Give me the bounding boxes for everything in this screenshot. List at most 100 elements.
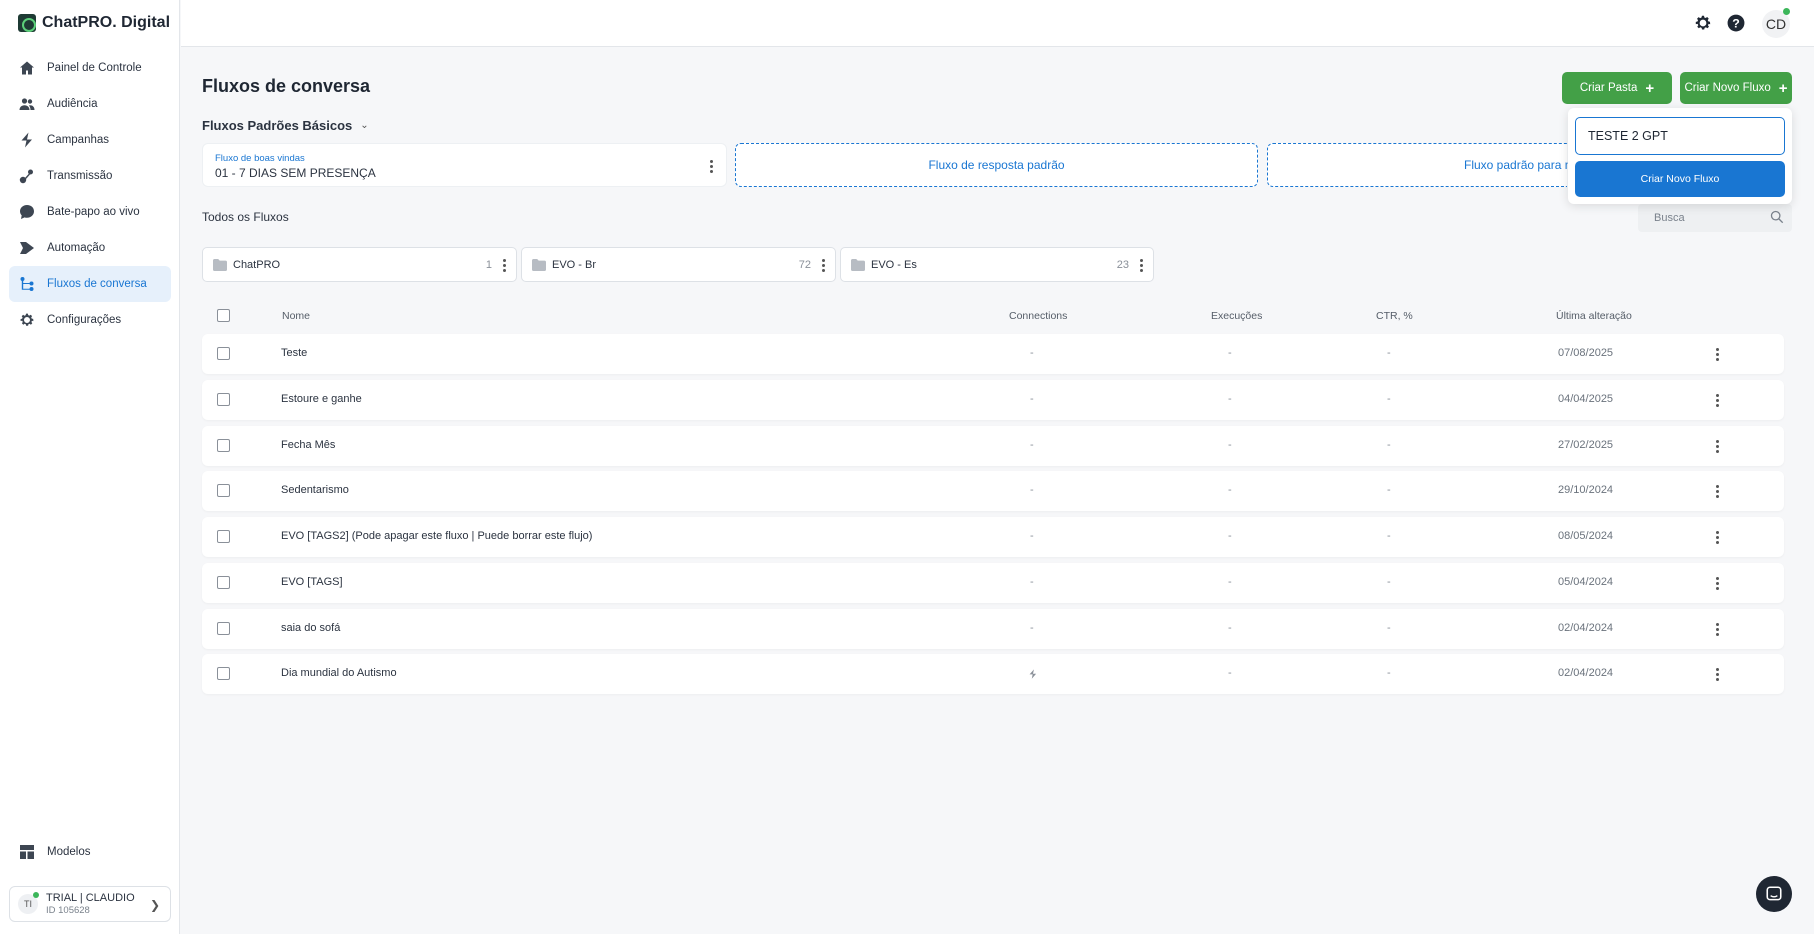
row-date: 08/05/2024 <box>1558 530 1614 542</box>
row-name[interactable]: Estoure e ganhe <box>281 393 362 405</box>
home-icon <box>19 60 35 76</box>
row-checkbox[interactable] <box>217 622 230 635</box>
sidebar-item-label: Audiência <box>47 98 98 110</box>
welcome-flow-card[interactable]: Fluxo de boas vindas 01 - 7 DIAS SEM PRE… <box>202 143 727 187</box>
table-row[interactable]: Dia mundial do Autismo - - 02/04/2024 <box>202 654 1784 694</box>
settings-gear-icon[interactable] <box>1694 14 1712 32</box>
sidebar-item-audiencia[interactable]: Audiência <box>9 86 171 122</box>
sidebar-item-campanhas[interactable]: Campanhas <box>9 122 171 158</box>
col-connections[interactable]: Connections <box>1009 310 1067 322</box>
brand-logo-icon <box>18 14 36 32</box>
create-flow-label: Criar Novo Fluxo <box>1684 82 1771 94</box>
account-info: TRIAL | CLAUDIO ID 105628 <box>46 892 135 916</box>
flow-name-input[interactable] <box>1575 117 1785 155</box>
topbar: ? CD <box>181 0 1814 47</box>
row-ctr: - <box>1387 393 1391 405</box>
table-row[interactable]: Estoure e ganhe - - - 04/04/2025 <box>202 380 1784 420</box>
row-checkbox[interactable] <box>217 393 230 406</box>
kebab-menu-icon[interactable] <box>1711 440 1723 453</box>
sidebar-item-bate-papo[interactable]: Bate-papo ao vivo <box>9 194 171 230</box>
sidebar-nav: Painel de Controle Audiência Campanhas T… <box>9 50 171 338</box>
row-checkbox[interactable] <box>217 484 230 497</box>
support-chat-button[interactable] <box>1756 876 1792 912</box>
kebab-menu-icon[interactable] <box>1711 485 1723 498</box>
sidebar-item-automacao[interactable]: Automação <box>9 230 171 266</box>
table-row[interactable]: Fecha Mês - - - 27/02/2025 <box>202 426 1784 466</box>
sidebar-item-configuracoes[interactable]: Configurações <box>9 302 171 338</box>
sidebar-item-transmissao[interactable]: Transmissão <box>9 158 171 194</box>
row-checkbox[interactable] <box>217 347 230 360</box>
row-executions: - <box>1228 347 1232 359</box>
row-checkbox[interactable] <box>217 530 230 543</box>
kebab-menu-icon[interactable] <box>1711 577 1723 590</box>
sidebar-item-label: Bate-papo ao vivo <box>47 206 140 218</box>
default-reply-label: Fluxo de resposta padrão <box>928 158 1065 172</box>
default-reply-flow-slot[interactable]: Fluxo de resposta padrão <box>735 143 1258 187</box>
kebab-menu-icon[interactable] <box>817 259 829 272</box>
row-name[interactable]: EVO [TAGS2] (Pode apagar este fluxo | Pu… <box>281 530 592 542</box>
folder-card[interactable]: ChatPRO 1 <box>202 247 517 282</box>
col-executions[interactable]: Execuções <box>1211 310 1262 322</box>
table-row[interactable]: Teste - - - 07/08/2025 <box>202 334 1784 374</box>
chevron-right-icon: ❯ <box>149 898 160 912</box>
col-name[interactable]: Nome <box>282 310 310 322</box>
row-name[interactable]: saia do sofá <box>281 622 340 634</box>
avatar: TI <box>18 892 39 914</box>
confirm-create-flow-button[interactable]: Criar Novo Fluxo <box>1575 161 1785 197</box>
table-row[interactable]: EVO [TAGS2] (Pode apagar este fluxo | Pu… <box>202 517 1784 557</box>
search-field[interactable]: Busca <box>1638 204 1792 232</box>
sidebar-item-modelos[interactable]: Modelos <box>9 834 171 870</box>
folder-card[interactable]: EVO - Es 23 <box>840 247 1154 282</box>
table-row[interactable]: saia do sofá - - - 02/04/2024 <box>202 609 1784 649</box>
create-folder-button[interactable]: Criar Pasta + <box>1562 72 1672 104</box>
row-name[interactable]: EVO [TAGS] <box>281 576 343 588</box>
table-row[interactable]: EVO [TAGS] - - - 05/04/2024 <box>202 563 1784 603</box>
create-flow-button[interactable]: Criar Novo Fluxo + <box>1680 72 1792 104</box>
kebab-menu-icon[interactable] <box>1135 259 1147 272</box>
row-ctr: - <box>1387 484 1391 496</box>
account-name: TRIAL | CLAUDIO <box>46 892 135 904</box>
user-avatar[interactable]: CD <box>1762 8 1790 38</box>
row-executions: - <box>1228 667 1232 679</box>
online-status-dot <box>1783 8 1790 15</box>
kebab-menu-icon[interactable] <box>1711 348 1723 361</box>
brand[interactable]: ChatPRO. Digital <box>18 14 170 32</box>
kebab-menu-icon[interactable] <box>1711 668 1723 681</box>
row-name[interactable]: Sedentarismo <box>281 484 349 496</box>
folder-card[interactable]: EVO - Br 72 <box>521 247 836 282</box>
table-row[interactable]: Sedentarismo - - - 29/10/2024 <box>202 471 1784 511</box>
row-checkbox[interactable] <box>217 576 230 589</box>
default-flows-toggle[interactable]: Fluxos Padrões Básicos ⌄ <box>202 118 369 133</box>
kebab-menu-icon[interactable] <box>1711 623 1723 636</box>
select-all-checkbox[interactable] <box>217 309 230 322</box>
kebab-menu-icon[interactable] <box>1711 394 1723 407</box>
kebab-menu-icon[interactable] <box>705 160 717 173</box>
sidebar-item-painel[interactable]: Painel de Controle <box>9 50 171 86</box>
kebab-menu-icon[interactable] <box>498 259 510 272</box>
search-placeholder: Busca <box>1654 212 1685 224</box>
row-connections: - <box>1030 622 1034 634</box>
folder-icon <box>213 259 227 271</box>
create-folder-label: Criar Pasta <box>1579 82 1638 94</box>
row-checkbox[interactable] <box>217 439 230 452</box>
col-last-change[interactable]: Última alteração <box>1556 310 1632 322</box>
sidebar-item-label: Automação <box>47 242 106 254</box>
folder-count: 1 <box>485 259 492 271</box>
row-name[interactable]: Fecha Mês <box>281 439 335 451</box>
col-ctr[interactable]: CTR, % <box>1376 310 1413 322</box>
plus-icon: + <box>1778 79 1788 97</box>
sidebar: ChatPRO. Digital Painel de Controle Audi… <box>0 0 180 934</box>
row-name[interactable]: Teste <box>281 347 307 359</box>
folder-name: EVO - Es <box>871 259 917 271</box>
sidebar-item-fluxos[interactable]: Fluxos de conversa <box>9 266 171 302</box>
row-name[interactable]: Dia mundial do Autismo <box>281 667 397 679</box>
folder-icon <box>532 259 546 271</box>
folder-name: ChatPRO <box>233 259 281 271</box>
default-other-flow-slot[interactable]: Fluxo padrão para m <box>1267 143 1575 187</box>
kebab-menu-icon[interactable] <box>1711 531 1723 544</box>
account-switcher[interactable]: TI TRIAL | CLAUDIO ID 105628 ❯ <box>9 886 171 922</box>
row-executions: - <box>1228 576 1232 588</box>
help-icon[interactable]: ? <box>1727 14 1745 32</box>
row-connections: - <box>1030 530 1034 542</box>
row-checkbox[interactable] <box>217 667 230 680</box>
